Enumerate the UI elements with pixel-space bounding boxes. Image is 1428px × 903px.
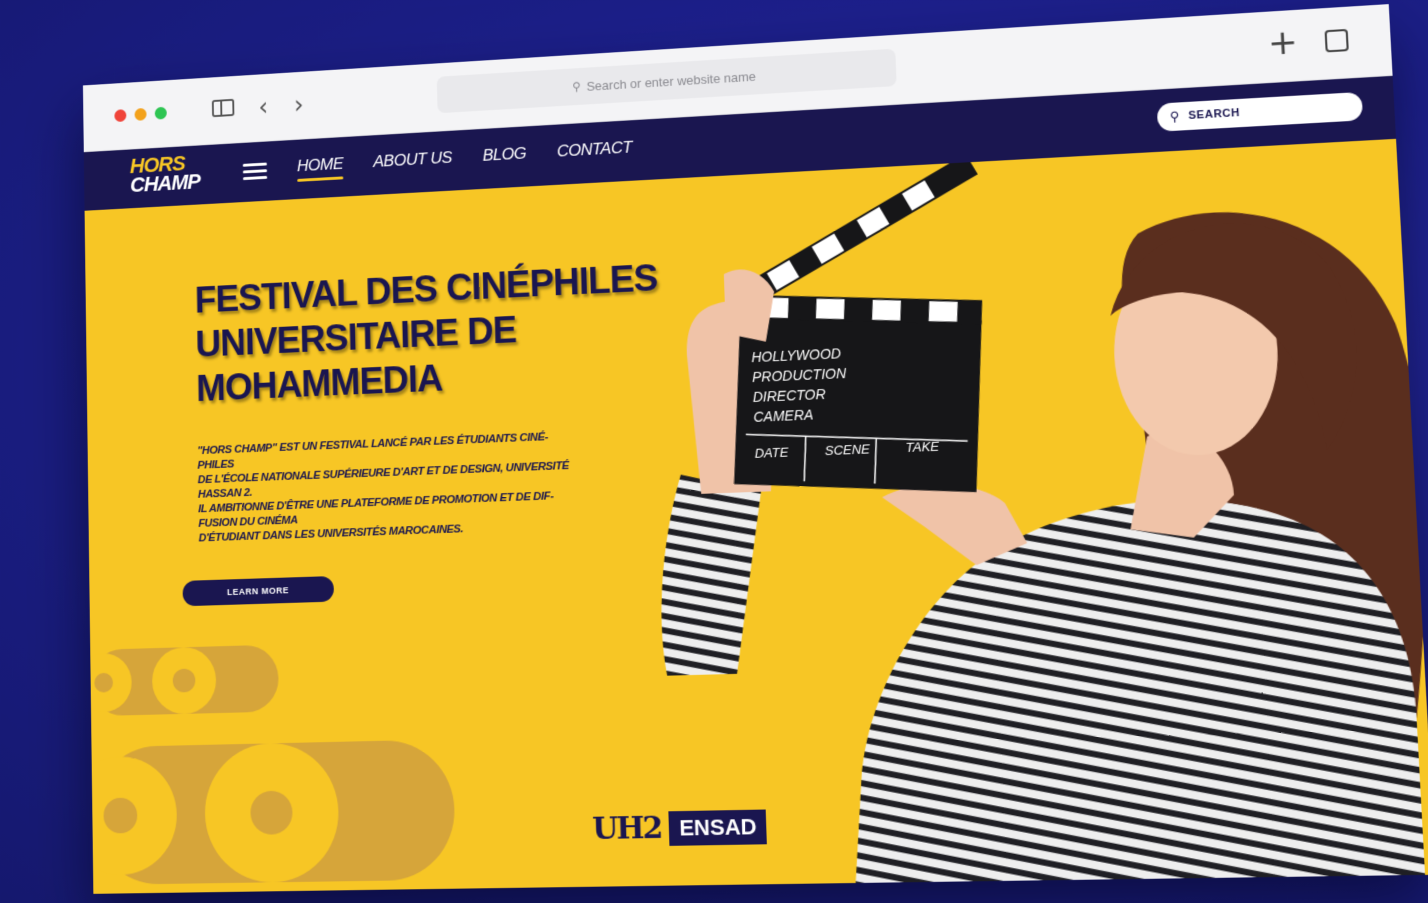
site-search-input[interactable]: ⚲ SEARCH bbox=[1156, 91, 1364, 132]
search-placeholder: SEARCH bbox=[1188, 106, 1241, 122]
search-icon: ⚲ bbox=[1169, 108, 1181, 125]
hero-photo: HOLLYWOOD PRODUCTION DIRECTOR CAMERA DAT… bbox=[657, 153, 1428, 885]
clapper-col-scene: SCENE bbox=[825, 442, 871, 458]
close-dot[interactable] bbox=[114, 109, 127, 123]
learn-more-button[interactable]: LEARN MORE bbox=[182, 576, 335, 607]
nav-contact[interactable]: CONTACT bbox=[557, 138, 633, 162]
tabs-icon[interactable] bbox=[1324, 28, 1349, 53]
nav-links: HOME ABOUT US BLOG CONTACT bbox=[297, 138, 632, 176]
back-icon[interactable]: ‹ bbox=[258, 93, 268, 122]
plus-icon[interactable]: + bbox=[1267, 22, 1299, 64]
browser-window: ‹ › ⚲ Search or enter website name + HOR… bbox=[82, 4, 1428, 894]
site-logo[interactable]: HORS CHAMP bbox=[129, 151, 201, 197]
hero-description: "HORS CHAMP" EST UN FESTIVAL LANCÉ PAR L… bbox=[197, 429, 582, 546]
minimize-dot[interactable] bbox=[134, 107, 147, 121]
clapper-col-date: DATE bbox=[754, 445, 789, 461]
clapper-col-take: TAKE bbox=[905, 439, 940, 455]
uh2-logo: UH2 bbox=[591, 810, 662, 848]
window-controls bbox=[114, 106, 167, 123]
menu-icon[interactable] bbox=[242, 162, 268, 184]
hero-section: HOLLYWOOD PRODUCTION DIRECTOR CAMERA DAT… bbox=[85, 139, 1428, 894]
nav-blog[interactable]: BLOG bbox=[482, 144, 526, 166]
forward-icon[interactable]: › bbox=[294, 91, 304, 120]
logo-line-2: CHAMP bbox=[129, 169, 201, 197]
page-title: FESTIVAL DES CINÉPHILES UNIVERSITAIRE DE… bbox=[194, 256, 660, 412]
address-placeholder: Search or enter website name bbox=[586, 68, 757, 94]
search-icon: ⚲ bbox=[571, 79, 581, 94]
clapper-line-4: CAMERA bbox=[753, 407, 813, 425]
nav-about-us[interactable]: ABOUT US bbox=[373, 148, 452, 172]
film-reels-decoration bbox=[90, 644, 457, 885]
address-bar[interactable]: ⚲ Search or enter website name bbox=[436, 48, 897, 114]
zoom-dot[interactable] bbox=[154, 106, 167, 120]
nav-home[interactable]: HOME bbox=[297, 154, 343, 176]
partner-logos: UH2 ENSAD bbox=[591, 808, 768, 848]
clapper-line-3: DIRECTOR bbox=[753, 387, 826, 405]
sidebar-icon[interactable] bbox=[211, 98, 235, 118]
ensad-logo: ENSAD bbox=[668, 808, 768, 846]
